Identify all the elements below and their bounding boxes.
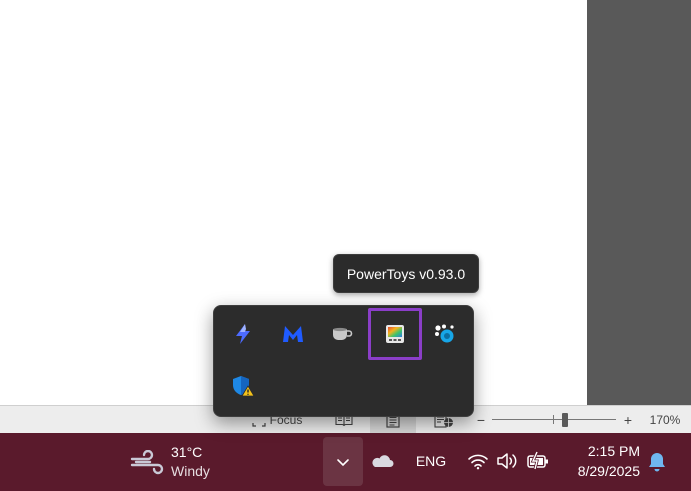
coffee-cup-icon [333,327,353,340]
weather-temperature[interactable]: 31°C [171,444,202,460]
lightning-bolt-icon [236,324,250,344]
notification-bell-icon[interactable] [646,451,668,473]
paint-drops-icon [435,324,454,343]
tray-item-awake[interactable] [322,314,362,354]
zoom-slider-thumb[interactable] [562,413,568,427]
document-gutter [587,0,691,405]
clock-date[interactable]: 8/29/2025 [560,463,640,479]
weather-condition[interactable]: Windy [171,463,210,479]
zoom-level[interactable]: 170% [644,406,686,434]
zoom-slider-track[interactable] [492,419,616,420]
volume-icon[interactable] [496,451,520,471]
onedrive-cloud-icon[interactable] [370,453,394,469]
battery-charging-icon[interactable] [526,451,550,471]
hidden-icons-flyout [213,305,474,417]
tray-item-windows-security[interactable] [223,366,263,406]
chevron-up-icon [337,458,349,466]
tray-item-paint[interactable] [425,314,465,354]
taskbar: 31°C Windy ENG 2:15 PM 8/29/2025 [0,433,691,491]
clock-time[interactable]: 2:15 PM [560,443,640,459]
wifi-icon[interactable] [467,452,489,470]
tray-item-malwarebytes[interactable] [273,314,313,354]
show-hidden-icons-button[interactable] [323,437,363,486]
zoom-in-button[interactable]: + [620,406,636,434]
tray-item-lightning[interactable] [223,314,263,354]
security-shield-warning-icon [233,376,255,397]
zoom-out-button[interactable]: − [473,406,489,434]
wind-icon [130,450,164,475]
tray-item-powertoys[interactable] [368,308,422,360]
malwarebytes-icon [283,326,303,342]
language-indicator[interactable]: ENG [410,453,452,469]
powertoys-icon [386,325,404,343]
zoom-slider-center-tick [553,415,554,424]
powertoys-tooltip: PowerToys v0.93.0 [333,254,479,293]
